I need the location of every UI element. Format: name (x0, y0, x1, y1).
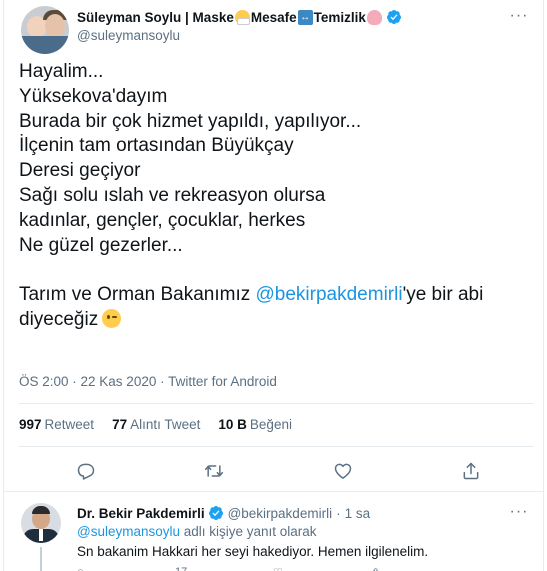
tweet-line: kadınlar, gençler, çocuklar, herkes (19, 209, 306, 231)
replying-to: @suleymansoylu adlı kişiye yanıt olarak (77, 524, 317, 539)
reply-separator: · (336, 505, 341, 521)
share-icon (463, 462, 479, 480)
tweet-line: Yüksekova'dayım (19, 85, 168, 107)
quote-count: 77 (112, 417, 128, 432)
reply-more-icon[interactable]: ··· (507, 504, 531, 520)
author-name-part3[interactable]: Temizlik (314, 10, 366, 25)
mention-link[interactable]: @bekirpakdemirli (256, 284, 403, 305)
arrows-emoji: ↔ (297, 9, 313, 25)
reply-like-icon[interactable]: ♡ (273, 566, 283, 571)
tweet-closing-line: Tarım ve Orman Bakanımız @bekirpakdemirl… (19, 283, 534, 308)
reply-icon (77, 463, 95, 480)
tweet-line: Deresi geçiyor (19, 160, 141, 182)
divider (19, 403, 534, 404)
reply-timestamp[interactable]: 1 sa (345, 506, 371, 521)
reply-button[interactable] (73, 458, 99, 484)
author-name-part2[interactable]: Mesafe (251, 10, 297, 25)
retweet-label: Retweet (44, 417, 95, 432)
reply-to-suffix: adlı kişiye yanıt olarak (180, 524, 317, 539)
reply-to-mention[interactable]: @suleymansoylu (77, 524, 180, 539)
reply-header[interactable]: Dr. Bekir Pakdemirli @bekirpakdemirli · … (77, 505, 370, 521)
timeline-frame: Süleyman Soylu | Maske Mesafe ↔ Temizlik… (3, 0, 544, 571)
author-name[interactable]: Süleyman Soylu | Maske (77, 10, 234, 25)
quote-stat[interactable]: 77 Alıntı Tweet (112, 417, 200, 432)
author-handle[interactable]: @suleymansoylu (77, 28, 180, 43)
mask-emoji (234, 9, 250, 25)
like-label: Beğeni (249, 417, 292, 432)
tweet-line: Hayalim... (19, 61, 104, 82)
reply-text: Sn bakanim Hakkari her seyi hakediyor. H… (77, 544, 429, 559)
thread-line (40, 547, 42, 571)
like-icon (334, 463, 352, 479)
tweet-closing-line2: diyeceğiz (19, 308, 534, 333)
like-count: 10 B (218, 417, 247, 432)
more-icon[interactable]: ··· (507, 8, 531, 24)
soap-emoji (366, 9, 382, 25)
like-button[interactable] (330, 458, 356, 484)
reply-reply-icon[interactable]: ○ (77, 566, 84, 571)
retweet-stat[interactable]: 997 Retweet (19, 417, 94, 432)
like-stat[interactable]: 10 B Beğeni (218, 417, 292, 432)
reply-retweet-count[interactable]: 17 (175, 566, 187, 571)
reply-author-handle[interactable]: @bekirpakdemirli (228, 506, 333, 521)
quote-label: Alıntı Tweet (130, 417, 201, 432)
divider (19, 446, 534, 447)
tweet-line: Burada bir çok hizmet yapıldı, yapılıyor… (19, 110, 362, 132)
reply-share-icon[interactable]: ⇪ (371, 566, 380, 571)
tweet-stats: 997 Retweet 77 Alıntı Tweet 10 B Beğeni (19, 417, 310, 432)
reply-avatar[interactable] (21, 503, 61, 543)
section-separator (4, 491, 543, 492)
verified-icon (208, 506, 223, 520)
verified-icon (386, 10, 401, 24)
tweet-line: Sağı solu ıslah ve rekreasyon olursa (19, 184, 326, 206)
tweet-line: Ne güzel gezerler... (19, 234, 183, 256)
wink-emoji (102, 308, 122, 328)
retweet-icon (204, 465, 224, 477)
tweet-line: İlçenin tam ortasından Büyükçay (19, 135, 294, 157)
tweet-actions (4, 458, 543, 484)
closing-prefix: Tarım ve Orman Bakanımız (19, 284, 256, 306)
retweet-button[interactable] (201, 458, 227, 484)
retweet-count: 997 (19, 417, 42, 432)
author-avatar[interactable] (21, 6, 69, 54)
closing-line2: diyeceğiz (19, 308, 99, 330)
reply-author-name[interactable]: Dr. Bekir Pakdemirli (77, 506, 205, 521)
tweet-meta[interactable]: ÖS 2:00 · 22 Kas 2020 · Twitter for Andr… (19, 374, 277, 389)
share-button[interactable] (458, 458, 484, 484)
reply-actions: ○ 17 ♡ ⇪ (77, 566, 517, 571)
author-name-row[interactable]: Süleyman Soylu | Maske Mesafe ↔ Temizlik (77, 9, 402, 25)
closing-suffix: 'ye bir abi (402, 284, 484, 306)
tweet-body: Hayalim... Yüksekova'dayım Burada bir ço… (19, 60, 534, 333)
